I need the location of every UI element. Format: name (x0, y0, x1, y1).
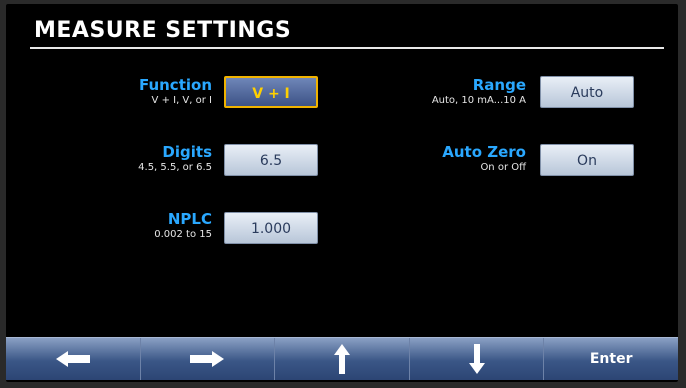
range-label: Range (472, 76, 526, 94)
arrow-right-icon (190, 351, 225, 367)
page-title: MEASURE SETTINGS (34, 18, 292, 43)
auto-zero-button[interactable]: On (540, 144, 634, 176)
auto-zero-label-block: Auto Zero On or Off (382, 143, 526, 174)
right-arrow-button[interactable] (141, 338, 276, 380)
function-button[interactable]: V + I (224, 76, 318, 108)
digits-button[interactable]: 6.5 (224, 144, 318, 176)
digits-label-block: Digits 4.5, 5.5, or 6.5 (106, 143, 212, 174)
nplc-hint: 0.002 to 15 (154, 229, 212, 240)
navigation-bar: Enter (6, 337, 678, 380)
down-arrow-button[interactable] (410, 338, 545, 380)
arrow-left-icon (55, 351, 90, 367)
digits-label: Digits (162, 143, 212, 161)
range-button[interactable]: Auto (540, 76, 634, 108)
function-label-block: Function V + I, V, or I (106, 76, 212, 107)
instrument-screen: MEASURE SETTINGS Function V + I, V, or I… (6, 4, 678, 382)
nplc-label-block: NPLC 0.002 to 15 (106, 210, 212, 241)
function-label: Function (138, 76, 212, 94)
auto-zero-hint: On or Off (480, 162, 526, 173)
arrow-down-icon (468, 344, 485, 374)
nplc-label: NPLC (167, 210, 212, 228)
function-hint: V + I, V, or I (151, 95, 212, 106)
arrow-up-icon (333, 344, 350, 374)
up-arrow-button[interactable] (275, 338, 410, 380)
left-arrow-button[interactable] (6, 338, 141, 380)
auto-zero-label: Auto Zero (442, 143, 526, 161)
range-label-block: Range Auto, 10 mA...10 A (382, 76, 526, 107)
digits-hint: 4.5, 5.5, or 6.5 (138, 162, 212, 173)
title-divider (30, 47, 664, 49)
nplc-button[interactable]: 1.000 (224, 212, 318, 244)
enter-button[interactable]: Enter (544, 338, 678, 380)
range-hint: Auto, 10 mA...10 A (431, 95, 526, 106)
